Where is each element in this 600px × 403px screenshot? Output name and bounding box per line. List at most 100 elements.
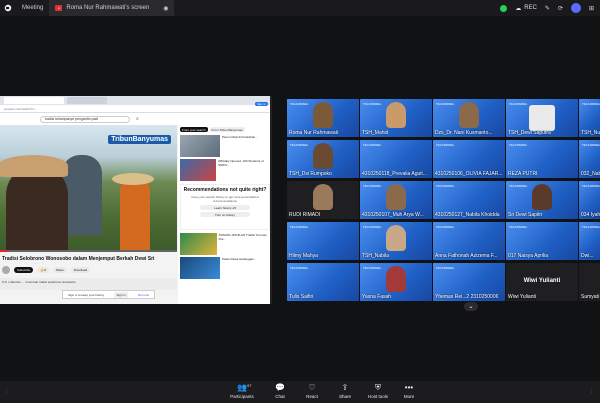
browser-tab[interactable] <box>4 97 64 104</box>
participant-name: 032_Nabil... <box>581 171 600 177</box>
chip-from-channel[interactable]: From Tribun Banyumas <box>209 127 245 132</box>
react-button[interactable]: ♡ React <box>295 383 329 401</box>
toolbar-right-handle[interactable]: ⋮ <box>589 388 594 394</box>
participants-button[interactable]: 👥 97 Participants <box>225 383 259 401</box>
participant-video <box>386 102 406 128</box>
chip-from-search[interactable]: From your search <box>180 127 208 132</box>
address-bar[interactable]: youtube.com/watch?v=... <box>0 105 270 113</box>
react-label: React <box>306 394 318 399</box>
list-item[interactable]: Officially Opened, 100 Students of SMKN.… <box>178 158 270 182</box>
participant-tile[interactable]: TELKOMSEL 017 Naisya Aprilia <box>506 222 578 260</box>
chat-button[interactable]: 💬 Chat <box>263 383 297 401</box>
participant-tile[interactable]: TELKOMSEL Anna Fathonah Azizema F... <box>433 222 505 260</box>
participant-name: TSH_Nunu <box>581 130 600 136</box>
participant-tile[interactable]: TELKOMSEL TSH_Nabila <box>360 222 432 260</box>
participant-tile[interactable]: TELKOMSEL Dwi... <box>579 222 600 260</box>
participant-tile[interactable]: TELKOMSEL 4310250106_OLIVIA FAJAR... <box>433 140 505 178</box>
participant-tile[interactable]: TELKOMSEL 4310250118_Prevalia Aguit... <box>360 140 432 178</box>
video-description[interactable]: 5 rb x ditonton ... 4 hari lalu tradisi … <box>0 278 177 290</box>
history-on-button[interactable]: Turn on history <box>200 212 250 217</box>
tile-brand: TELKOMSEL <box>290 225 309 229</box>
avatar <box>529 105 555 131</box>
chat-label: Chat <box>275 394 285 399</box>
dialog-notnow-link[interactable]: Not now <box>138 293 149 297</box>
participant-tile[interactable]: Wiwi Yulianti Wiwi Yulianti <box>506 263 578 301</box>
tile-brand: TELKOMSEL <box>290 266 309 270</box>
gallery-next-page-button[interactable]: ⌄ <box>464 302 478 311</box>
participant-name: TSH_Nabila <box>362 253 389 259</box>
participant-video <box>386 266 406 292</box>
list-item[interactable]: Panen Padi di Kelurahan... <box>178 134 270 158</box>
participant-tile[interactable]: TELKOMSEL 4310250107_Muh Arya W... <box>360 181 432 219</box>
participant-tile[interactable]: TELKOMSEL TSH_Dewi Saputra <box>506 99 578 137</box>
more-label: More <box>403 394 415 399</box>
tile-brand: TELKOMSEL <box>363 143 382 147</box>
search-icon[interactable]: ⌕ <box>136 116 144 123</box>
browser-tabs <box>0 96 270 105</box>
thumbnail <box>180 233 217 255</box>
video-progress-bar[interactable] <box>0 250 177 252</box>
recording-indicator[interactable]: ☁ REC <box>515 5 537 12</box>
layout-icon[interactable]: ⟳ <box>558 5 563 12</box>
video-title: Tradisi Selobrono Wonosobo dalam Menjemp… <box>2 256 155 262</box>
history-off-button[interactable]: Learn history off <box>200 205 250 210</box>
participant-tile[interactable]: Sumyati <box>579 263 600 301</box>
list-item[interactable]: Petani Desa Gelanggan... <box>178 256 270 280</box>
participant-tile[interactable]: TELKOMSEL Hilmy Mahya <box>287 222 359 260</box>
tile-brand: TELKOMSEL <box>436 143 455 147</box>
browser-tab[interactable] <box>67 97 107 104</box>
cloud-icon: ☁ <box>515 5 522 12</box>
tile-brand: TELKOMSEL <box>582 102 600 106</box>
more-button[interactable]: ••• More <box>392 383 426 401</box>
avatar[interactable] <box>570 3 581 13</box>
tile-brand: TELKOMSEL <box>290 102 309 106</box>
tile-brand: TELKOMSEL <box>436 102 455 106</box>
dialog-text: Sign in to keep your history <box>68 292 105 297</box>
share-button[interactable]: Share <box>52 266 67 273</box>
browser-signin-button[interactable]: Sign in <box>254 102 268 106</box>
participant-tile[interactable]: TELKOMSEL TSH_Mahid <box>360 99 432 137</box>
security-shield-icon[interactable] <box>500 4 508 12</box>
recording-label: REC <box>524 5 537 11</box>
participant-name: TSH_Dsi Rumpoko <box>289 171 332 177</box>
subscribe-button[interactable]: Subscribe <box>14 266 34 273</box>
participant-tile[interactable]: TELKOMSEL 4310250127_Nabila Khoidda <box>433 181 505 219</box>
rec-badge-icon: ● <box>55 5 63 11</box>
participants-icon: 👥 <box>237 383 247 392</box>
participant-tile[interactable]: TELKOMSEL REZA PUTRI <box>506 140 578 178</box>
participant-tile[interactable]: TELKOMSEL 034 Iyah... <box>579 181 600 219</box>
toolbar-left-handle[interactable]: ⋮ <box>4 388 9 394</box>
participant-tile[interactable]: TELKOMSEL TSH_Nunu <box>579 99 600 137</box>
view-grid-icon[interactable]: ⊞ <box>589 5 594 12</box>
rec-heading: Recommendations not quite right? <box>183 187 267 193</box>
view-options-icon[interactable]: ◉ <box>163 5 168 12</box>
participant-tile[interactable]: TELKOMSEL TSH_Dsi Rumpoko <box>287 140 359 178</box>
pen-icon[interactable]: ✎ <box>545 5 550 12</box>
participant-tile[interactable]: TELKOMSEL Sri Dewi Sapitri <box>506 181 578 219</box>
participant-tile[interactable]: TELKOMSEL 032_Nabil... <box>579 140 600 178</box>
tab-shared-screen[interactable]: ● Roma Nur Rahmawati's screen ◉ <box>49 0 175 16</box>
dialog-signin-button[interactable]: Sign in <box>114 291 128 298</box>
host-tools-button[interactable]: ⛨ Host tools <box>361 383 395 401</box>
tab-meeting[interactable]: Meeting <box>16 0 49 16</box>
like-button[interactable]: 👍 8 <box>37 266 49 273</box>
participant-name: Yhemas Rei...2 2310250006 <box>435 294 499 300</box>
video-player[interactable]: TribunBanyumas <box>0 125 177 252</box>
participant-tile[interactable]: TELKOMSEL Roma Nur Rahmawati <box>287 99 359 137</box>
participants-count: 97 <box>247 383 252 388</box>
participant-tile[interactable]: TELKOMSEL Yasna Fasah <box>360 263 432 301</box>
participant-name: 4310250107_Muh Arya W... <box>362 212 424 218</box>
participant-video <box>459 102 479 128</box>
participant-tile[interactable]: TELKOMSEL Yhemas Rei...2 2310250006 <box>433 263 505 301</box>
participant-tile[interactable]: TELKOMSEL Tulis Saifiri <box>287 263 359 301</box>
participant-tile[interactable]: TELKOMSEL Dzs_Dr. Nani Kusmanto... <box>433 99 505 137</box>
download-button[interactable]: Download <box>70 266 91 273</box>
list-item[interactable]: TRADISI JATHILAN Tradisi Turunan Pra... <box>178 232 270 256</box>
thumbnail <box>180 135 220 157</box>
participant-name: 4310250118_Prevalia Aguit... <box>362 171 427 177</box>
channel-avatar[interactable] <box>2 265 10 274</box>
participant-tile[interactable]: RUDI RIMADI <box>287 181 359 219</box>
video-figure <box>120 180 150 250</box>
youtube-search-input[interactable]: tradisi kelampanye pengantin padi <box>40 115 130 123</box>
share-screen-button[interactable]: ⇪ Share <box>328 383 362 401</box>
